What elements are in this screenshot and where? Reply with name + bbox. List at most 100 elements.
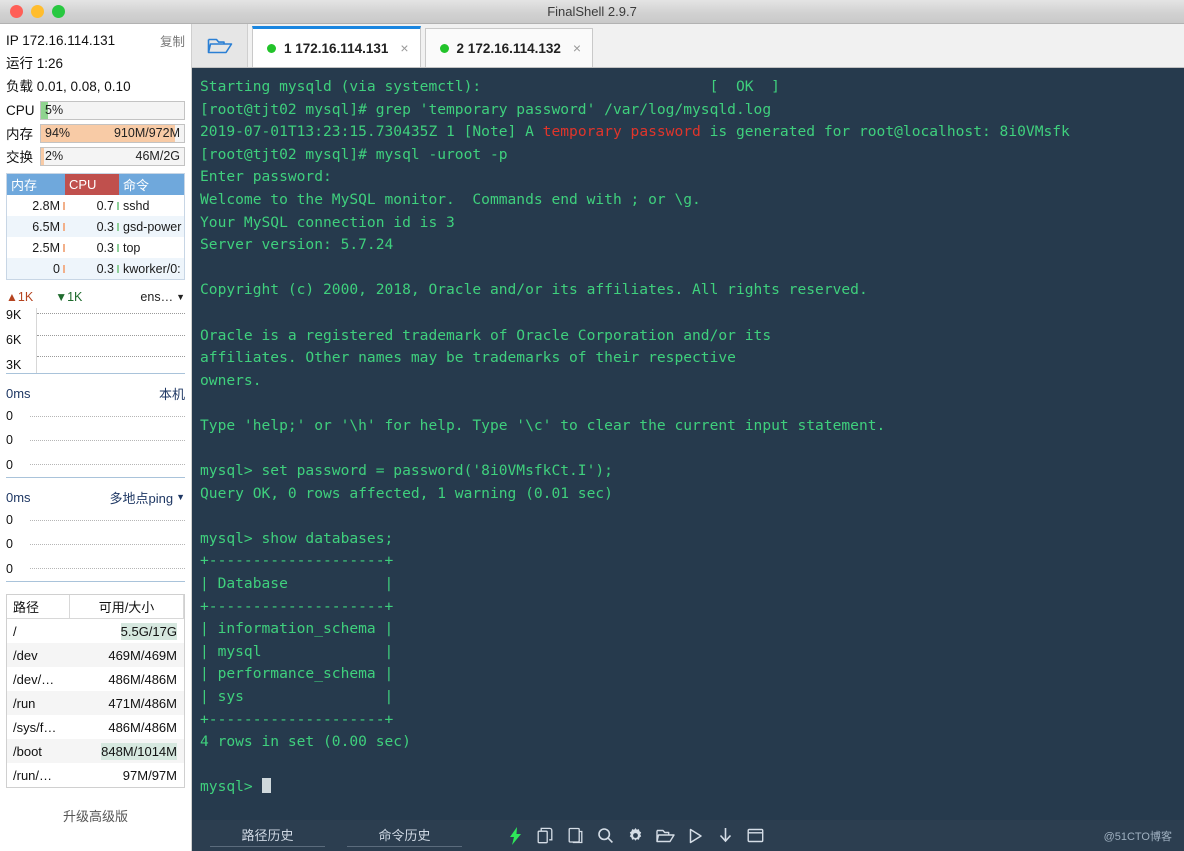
bottom-toolbar: 路径历史 命令历史 @51CTO博客 [192,820,1184,851]
interface-label: ens… [140,290,174,304]
process-table-header: 内存 CPU 命令 [7,174,184,195]
table-row[interactable]: /run/… 97M/97M [7,763,184,787]
process-memory: 2.5M [7,241,65,255]
interface-selector[interactable]: ens… ▼ [140,290,185,304]
terminal-line: Oracle is a registered trademark of Orac… [200,326,772,344]
process-memory: 2.8M [7,199,65,213]
search-icon[interactable] [596,826,615,845]
terminal-line: | mysql | [200,642,394,660]
swap-meter-percent: 2% [45,149,64,163]
open-folder-button[interactable] [192,24,248,67]
disk-header-size: 可用/大小 [98,600,155,615]
process-header-cpu[interactable]: CPU [65,174,119,195]
toolbar-icons [506,826,765,845]
open-folder-icon [207,38,232,53]
upgrade-link[interactable]: 升级高级版 [6,806,185,825]
process-header-memory[interactable]: 内存 [7,174,65,195]
disk-value: 486M/486M [108,719,177,735]
terminal-line: +--------------------+ [200,597,394,615]
multisite-ping-chart: 0 0 0 [6,508,185,582]
local-ping-chart: 0 0 0 [6,404,185,478]
multisite-ping-ytick: 0 [6,561,13,576]
copy-icon[interactable] [536,826,555,845]
swap-meter-label: 交换 [6,150,33,165]
local-ping-ytick: 0 [6,433,13,448]
tab-172-16-114-132[interactable]: 2 172.16.114.132 × [424,28,594,67]
multisite-ping-title: 多地点ping [109,490,174,506]
disk-value: 469M/469M [108,647,177,663]
table-row[interactable]: /sys/f… 486M/486M [7,715,184,739]
watermark-label: @51CTO博客 [1103,830,1172,843]
close-tab-icon[interactable]: × [573,40,581,56]
local-ping-widget: 0ms 本机 0 0 0 [6,384,185,478]
close-tab-icon[interactable]: × [400,40,408,56]
network-bars [36,308,185,373]
process-header-command[interactable]: 命令 [119,174,184,195]
terminal-line: Your MySQL connection id is 3 [200,213,455,231]
local-ping-title: 本机 [158,386,185,402]
disk-value: 97M/97M [122,767,177,783]
terminal-cursor [261,778,271,794]
uptime-label: 运行 1:26 [6,56,64,71]
local-ping-ytick: 0 [6,409,13,424]
chevron-down-icon: ▼ [176,292,185,302]
memory-meter-percent: 94% [45,126,71,140]
table-row[interactable]: /dev/… 486M/486M [7,667,184,691]
local-ping-header: 0ms 本机 [6,384,185,402]
multisite-ping-ytick: 0 [6,537,13,552]
disk-usage-table: 路径 可用/大小 / 5.5G/17G /dev 469M/469M /dev/… [6,594,185,788]
process-command: sshd [123,198,150,213]
table-row[interactable]: 6.5M 0.3 gsd-power [7,216,184,237]
paste-icon[interactable] [566,826,585,845]
process-command: top [123,240,141,255]
local-ping-latency: 0ms [6,385,31,401]
table-row[interactable]: 2.8M 0.7 sshd [7,195,184,216]
cpu-meter: 5% [40,100,185,120]
play-icon[interactable] [686,826,705,845]
process-memory: 6.5M [7,220,65,234]
copy-ip-button[interactable]: 复制 [160,31,185,50]
table-row[interactable]: / 5.5G/17G [7,619,184,643]
cpu-meter-row: CPU 5% [6,99,185,121]
cpu-meter-label: CPU [6,102,35,118]
ip-row: IP 172.16.114.131 复制 [6,28,185,52]
terminal-line: | performance_schema | [200,665,394,683]
table-row[interactable]: 2.5M 0.3 top [7,237,184,258]
tab-172-16-114-131[interactable]: 1 172.16.114.131 × [252,26,421,67]
terminal-line: | Database | [200,575,394,593]
table-row[interactable]: /run 471M/486M [7,691,184,715]
lightning-icon[interactable] [506,826,525,845]
arrow-down-icon: ▼ [55,290,68,304]
arrow-up-icon: ▲ [6,290,18,304]
swap-meter-row: 交换 2% 46M/2G [6,145,185,167]
network-traffic-widget: ▲ 1K ▼ 1K ens… ▼ 9K 6K 3K [6,288,185,374]
multisite-ping-selector[interactable]: 多地点ping ▼ [109,488,185,507]
terminal-line: Query OK, 0 rows affected, 1 warning (0.… [200,484,613,502]
network-header: ▲ 1K ▼ 1K ens… ▼ [6,288,185,306]
terminal-line: Welcome to the MySQL monitor. Commands e… [200,190,701,208]
terminal-output[interactable]: Starting mysqld (via systemctl): [ OK ] [… [192,68,1184,820]
table-row[interactable]: /boot 848M/1014M [7,739,184,763]
terminal-line: 4 rows in set (0.00 sec) [200,733,411,751]
upload-rate: ▲ 1K [6,290,34,304]
gear-icon[interactable] [626,826,645,845]
table-row[interactable]: 0 0.3 kworker/0: [7,258,184,279]
download-icon[interactable] [716,826,735,845]
table-row[interactable]: /dev 469M/469M [7,643,184,667]
terminal-line: Copyright (c) 2000, 2018, Oracle and/or … [200,281,868,299]
path-history-button[interactable]: 路径历史 [210,824,325,847]
multisite-ping-widget: 0ms 多地点ping ▼ 0 0 0 [6,488,185,582]
folder-icon[interactable] [656,826,675,845]
command-history-button[interactable]: 命令历史 [347,824,462,847]
window-icon[interactable] [746,826,765,845]
memory-meter-value: 910M/972M [113,126,180,140]
process-cpu: 0.3 [65,241,119,255]
disk-path: /sys/f… [13,719,57,735]
terminal-line: Server version: 5.7.24 [200,236,394,254]
window-title: FinalShell 2.9.7 [547,4,637,19]
disk-table-header: 路径 可用/大小 [7,595,184,619]
tab-bar: 1 172.16.114.131 × 2 172.16.114.132 × [192,24,1184,68]
disk-path: / [13,623,17,639]
